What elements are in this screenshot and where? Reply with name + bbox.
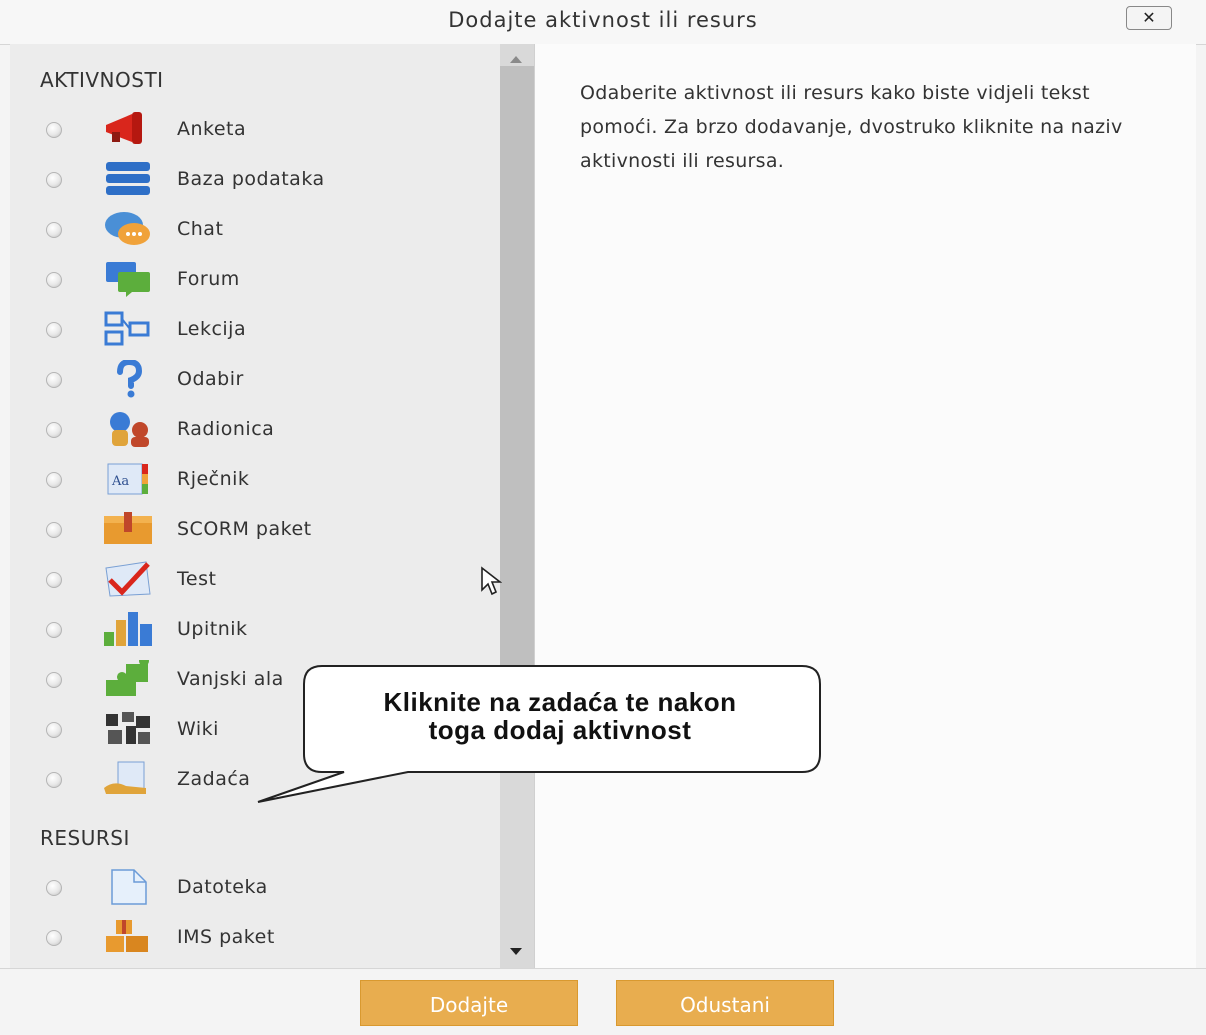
callout-line-2: toga dodaj aktivnost xyxy=(428,715,692,745)
callout-line-1: Kliknite na zadaća te nakon xyxy=(383,687,737,717)
callout-text: Kliknite na zadaća te nakon toga dodaj a… xyxy=(300,688,820,744)
instruction-callout-bubble xyxy=(257,665,821,803)
mouse-pointer-icon xyxy=(481,566,502,596)
